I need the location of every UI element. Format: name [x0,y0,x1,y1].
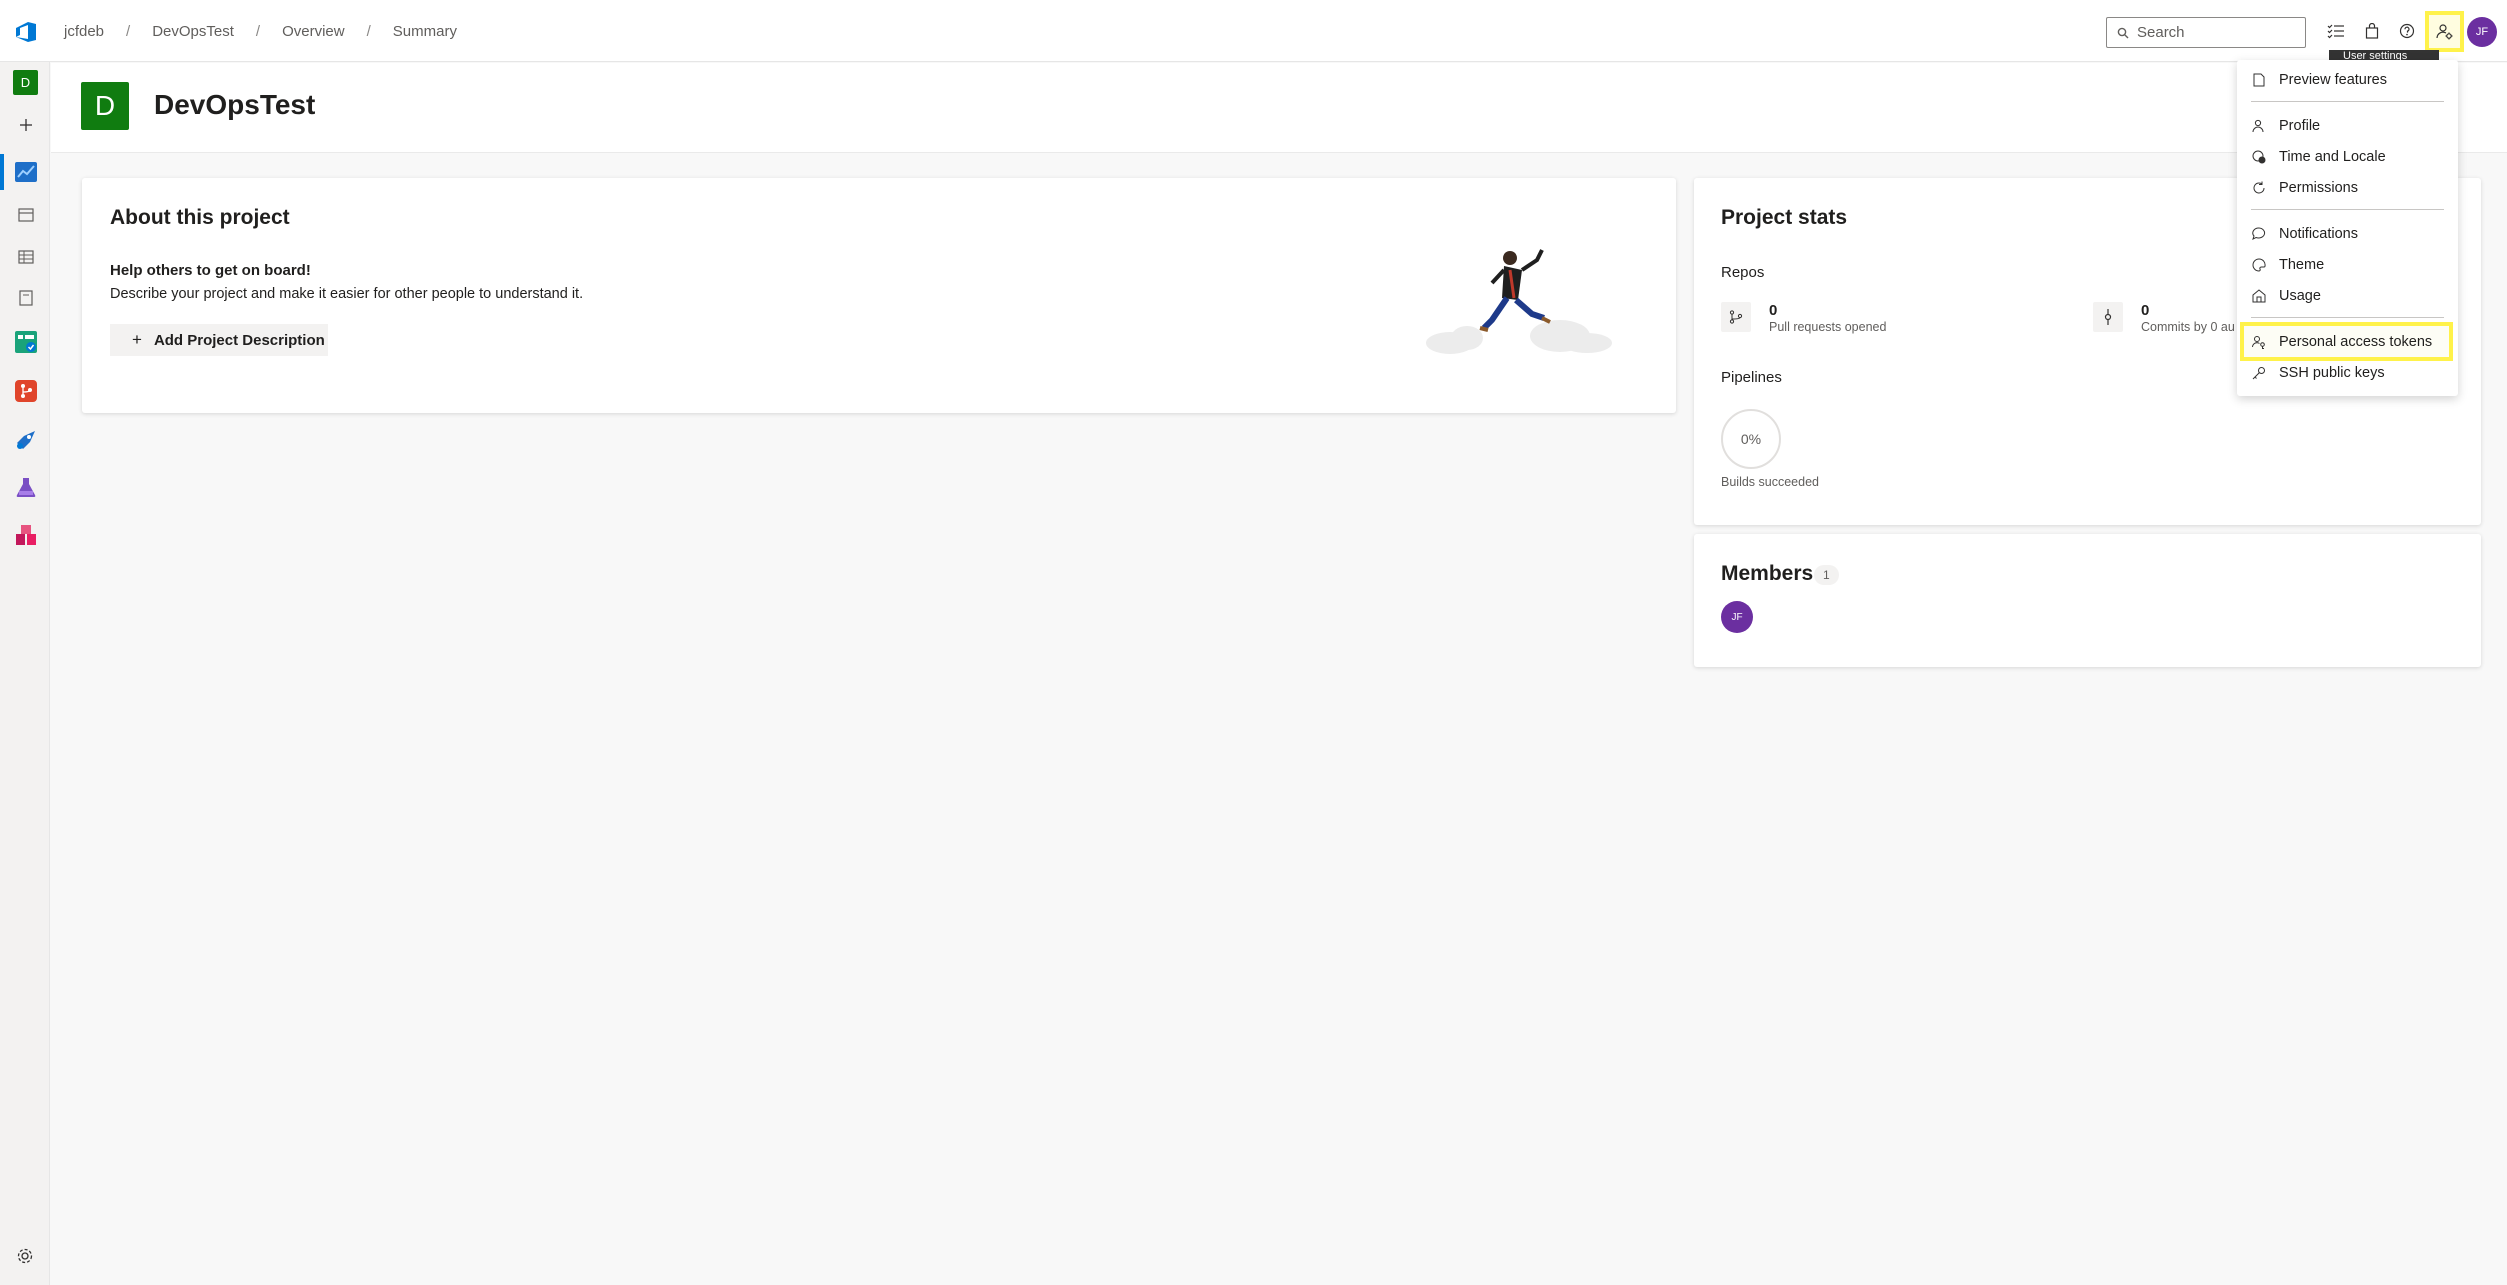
menu-item-label: Preview features [2279,71,2387,88]
breadcrumb-summary[interactable]: Summary [389,23,461,40]
menu-item-label: Usage [2279,287,2321,304]
user-settings-button[interactable] [2425,11,2464,52]
test-plans-icon[interactable] [13,474,38,499]
about-card-title: About this project [110,206,290,229]
summary-icon[interactable] [13,202,38,227]
menu-divider [2251,317,2444,318]
pull-request-icon [1721,302,1751,332]
menu-item-permissions[interactable]: Permissions [2237,172,2458,203]
rail-active-indicator [0,154,4,190]
breadcrumb-project[interactable]: DevOpsTest [148,23,238,40]
repos-icon[interactable] [13,378,38,403]
left-navigation-rail: D [0,62,50,1285]
chat-bubble-icon [2251,226,2267,242]
add-project-description-button[interactable]: + Add Project Description [110,324,328,356]
commits-count: 0 [2141,302,2150,319]
breadcrumb-overview[interactable]: Overview [278,23,349,40]
breadcrumb-organization[interactable]: jcfdeb [60,23,108,40]
members-card-title: Members [1721,562,1814,585]
project-header: D DevOpsTest [51,63,2507,153]
breadcrumb-separator: / [366,22,371,40]
menu-item-notifications[interactable]: Notifications [2237,218,2458,249]
help-icon[interactable] [2394,18,2420,44]
palette-icon [2251,257,2267,273]
help-title: Help others to get on board! [110,262,311,279]
menu-divider [2251,209,2444,210]
rail-add-icon[interactable] [13,112,38,137]
task-list-icon[interactable] [2323,18,2349,44]
user-settings-icon [2435,23,2452,39]
overview-icon[interactable] [13,159,38,184]
menu-item-label: Notifications [2279,225,2358,242]
menu-item-label: Time and Locale [2279,148,2386,165]
commit-icon [2093,302,2123,332]
plus-icon: + [132,330,142,349]
project-title: DevOpsTest [154,89,316,120]
user-avatar[interactable]: JF [2467,17,2497,47]
search-icon [2117,27,2129,38]
dashboards-icon[interactable] [13,244,38,269]
running-person-illustration [1426,249,1612,354]
project-avatar: D [81,82,129,130]
pipelines-section-label: Pipelines [1721,369,1782,386]
azure-devops-logo-icon[interactable] [14,20,38,44]
add-description-label: Add Project Description [153,331,325,349]
menu-divider [2251,101,2444,102]
key-person-icon [2251,334,2267,350]
pull-requests-label: Pull requests opened [1769,320,1887,334]
members-count-badge: 1 [1814,565,1839,585]
menu-item-personal-access-tokens[interactable]: Personal access tokens [2240,322,2453,361]
artifacts-icon[interactable] [13,522,38,547]
menu-item-label: Personal access tokens [2279,333,2433,350]
commits-label: Commits by 0 au [2141,320,2235,334]
menu-item-profile[interactable]: Profile [2237,110,2458,141]
top-bar: jcfdeb / DevOpsTest / Overview / Summary… [0,0,2507,62]
project-settings-gear-icon[interactable] [16,1247,34,1265]
page-icon [2251,72,2267,88]
stats-card-title: Project stats [1721,206,1848,229]
globe-clock-icon [2251,149,2267,165]
about-project-card: About this project Help others to get on… [82,178,1676,413]
menu-item-label: SSH public keys [2279,364,2385,381]
pull-requests-count: 0 [1769,302,1778,319]
key-icon [2251,365,2267,381]
menu-item-theme[interactable]: Theme [2237,249,2458,280]
menu-item-time-and-locale[interactable]: Time and Locale [2237,141,2458,172]
rail-project-icon[interactable]: D [13,70,38,95]
breadcrumb-separator: / [126,22,131,40]
repos-section-label: Repos [1721,264,1765,281]
wiki-icon[interactable] [13,285,38,310]
boards-icon[interactable] [13,329,38,354]
pipelines-icon[interactable] [13,427,38,452]
builds-succeeded-ring: 0% [1721,409,1781,469]
help-description: Describe your project and make it easier… [110,286,584,302]
search-input[interactable]: Search [2106,17,2306,48]
user-settings-menu: Preview features Profile Time and Locale… [2237,60,2458,396]
person-icon [2251,118,2267,134]
breadcrumb-separator: / [255,22,261,40]
menu-item-ssh-public-keys[interactable]: SSH public keys [2237,357,2458,388]
menu-item-label: Profile [2279,117,2321,134]
usage-icon [2251,288,2267,304]
refresh-shield-icon [2251,180,2267,196]
menu-item-label: Theme [2279,256,2325,273]
menu-item-usage[interactable]: Usage [2237,280,2458,311]
member-avatar[interactable]: JF [1721,601,1753,633]
menu-item-preview-features[interactable]: Preview features [2237,64,2458,95]
breadcrumb: jcfdeb / DevOpsTest / Overview / Summary [60,0,461,62]
members-card: Members 1 JF [1694,534,2481,667]
shopping-bag-icon[interactable] [2359,18,2385,44]
search-placeholder: Search [2137,24,2185,41]
menu-item-label: Permissions [2279,179,2358,196]
builds-succeeded-label: Builds succeeded [1721,475,1819,489]
